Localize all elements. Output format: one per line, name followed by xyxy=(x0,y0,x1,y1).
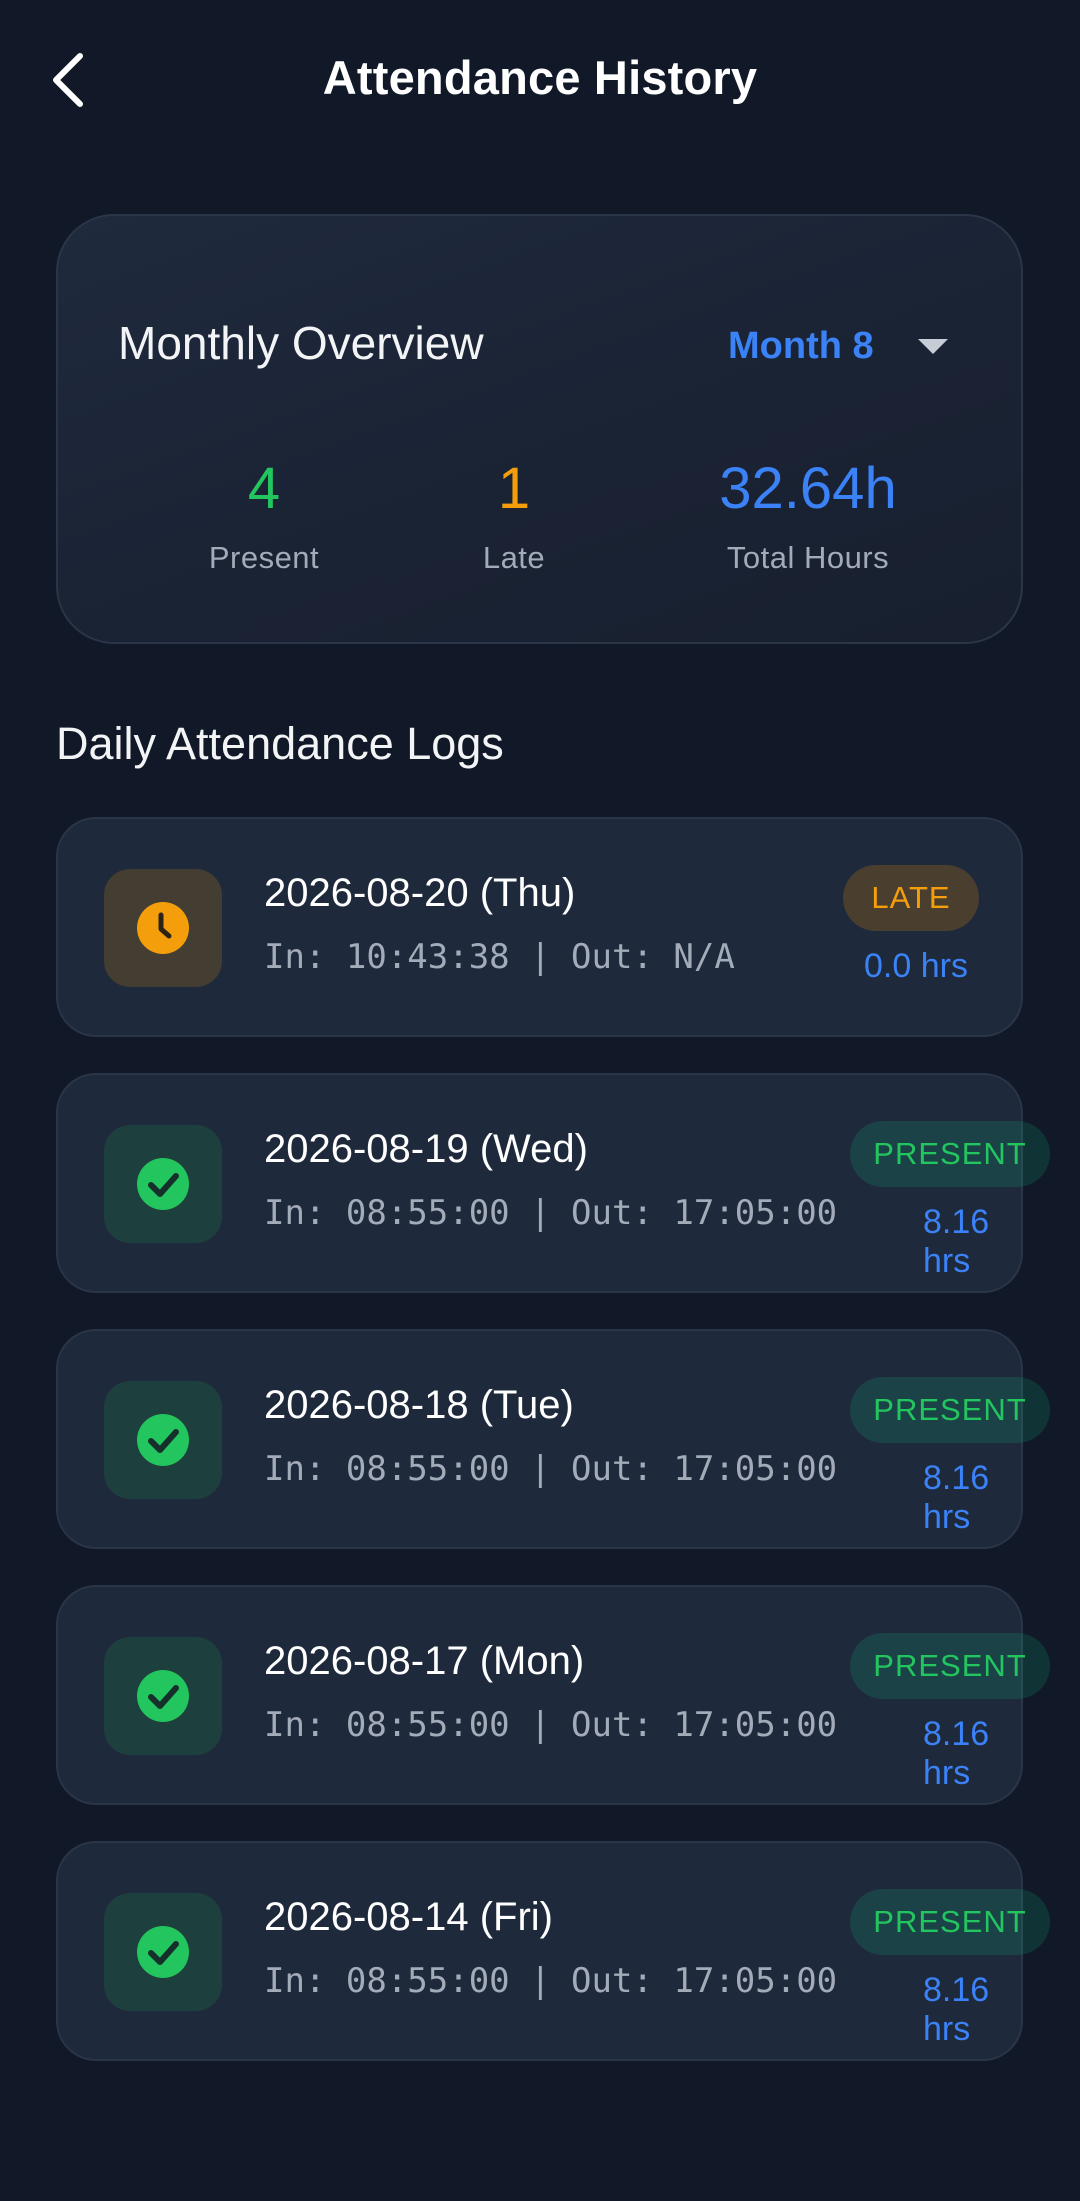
monthly-overview-card: Monthly Overview Month 8 4 Present 1 Lat… xyxy=(56,214,1023,644)
status-badge: PRESENT xyxy=(850,1377,1050,1443)
log-times: In: 10:43:38 | Out: N/A xyxy=(264,937,735,977)
page-title: Attendance History xyxy=(322,51,758,104)
log-times: In: 08:55:00 | Out: 17:05:00 xyxy=(264,1705,838,1745)
log-times: In: 08:55:00 | Out: 17:05:00 xyxy=(264,1961,838,2001)
log-status-icon-box xyxy=(104,1893,222,2011)
stat-present: 4 Present xyxy=(154,460,374,576)
log-date: 2026-08-14 (Fri) xyxy=(264,1895,554,1939)
log-status-icon-box xyxy=(104,1125,222,1243)
stat-total-hours-label: Total Hours xyxy=(726,540,890,575)
log-date: 2026-08-20 (Thu) xyxy=(264,871,576,915)
log-hours: 8.16 hrs xyxy=(923,1715,990,1792)
log-hours: 8.16 hrs xyxy=(923,1459,990,1536)
log-status-icon-box xyxy=(104,1381,222,1499)
month-selector[interactable]: Month 8 xyxy=(728,316,948,376)
stat-present-value: 4 xyxy=(247,456,281,521)
stat-late-value: 1 xyxy=(497,456,531,521)
log-date: 2026-08-19 (Wed) xyxy=(264,1127,588,1171)
check-circle-icon xyxy=(137,1926,189,1978)
log-item[interactable]: 2026-08-17 (Mon) In: 08:55:00 | Out: 17:… xyxy=(56,1585,1050,1805)
log-item[interactable]: 2026-08-14 (Fri) In: 08:55:00 | Out: 17:… xyxy=(56,1841,1050,2061)
log-hours: 8.16 hrs xyxy=(923,1971,990,2048)
log-item[interactable]: 2026-08-20 (Thu) In: 10:43:38 | Out: N/A… xyxy=(56,817,1023,1037)
section-title: Daily Attendance Logs xyxy=(56,718,504,769)
log-times: In: 08:55:00 | Out: 17:05:00 xyxy=(264,1193,838,1233)
status-badge: PRESENT xyxy=(850,1889,1050,1955)
check-circle-icon xyxy=(137,1414,189,1466)
log-status-icon-box xyxy=(104,1637,222,1755)
log-status-icon-box xyxy=(104,869,222,987)
caret-down-icon xyxy=(917,338,948,354)
clock-icon xyxy=(137,902,189,954)
log-item[interactable]: 2026-08-18 (Tue) In: 08:55:00 | Out: 17:… xyxy=(56,1329,1050,1549)
stat-late: 1 Late xyxy=(404,460,624,576)
log-hours: 8.16 hrs xyxy=(923,1203,990,1280)
log-date: 2026-08-18 (Tue) xyxy=(264,1383,574,1427)
stat-present-label: Present xyxy=(208,540,320,575)
status-badge: PRESENT xyxy=(850,1121,1050,1187)
check-circle-icon xyxy=(137,1158,189,1210)
log-date: 2026-08-17 (Mon) xyxy=(264,1639,585,1683)
check-circle-icon xyxy=(137,1670,189,1722)
app-header: Attendance History xyxy=(0,0,1080,160)
log-times: In: 08:55:00 | Out: 17:05:00 xyxy=(264,1449,838,1489)
stat-late-label: Late xyxy=(482,540,546,575)
status-badge: PRESENT xyxy=(850,1633,1050,1699)
attendance-history-screen: Attendance History Monthly Overview Mont… xyxy=(0,0,1080,2201)
overview-title: Monthly Overview xyxy=(118,317,484,369)
status-badge: LATE xyxy=(843,865,979,931)
log-hours: 0.0 hrs xyxy=(864,947,968,985)
month-selector-label: Month 8 xyxy=(728,324,874,367)
stat-total-hours: 32.64h Total Hours xyxy=(678,460,938,576)
log-item[interactable]: 2026-08-19 (Wed) In: 08:55:00 | Out: 17:… xyxy=(56,1073,1050,1293)
stat-total-hours-value: 32.64h xyxy=(719,456,897,521)
